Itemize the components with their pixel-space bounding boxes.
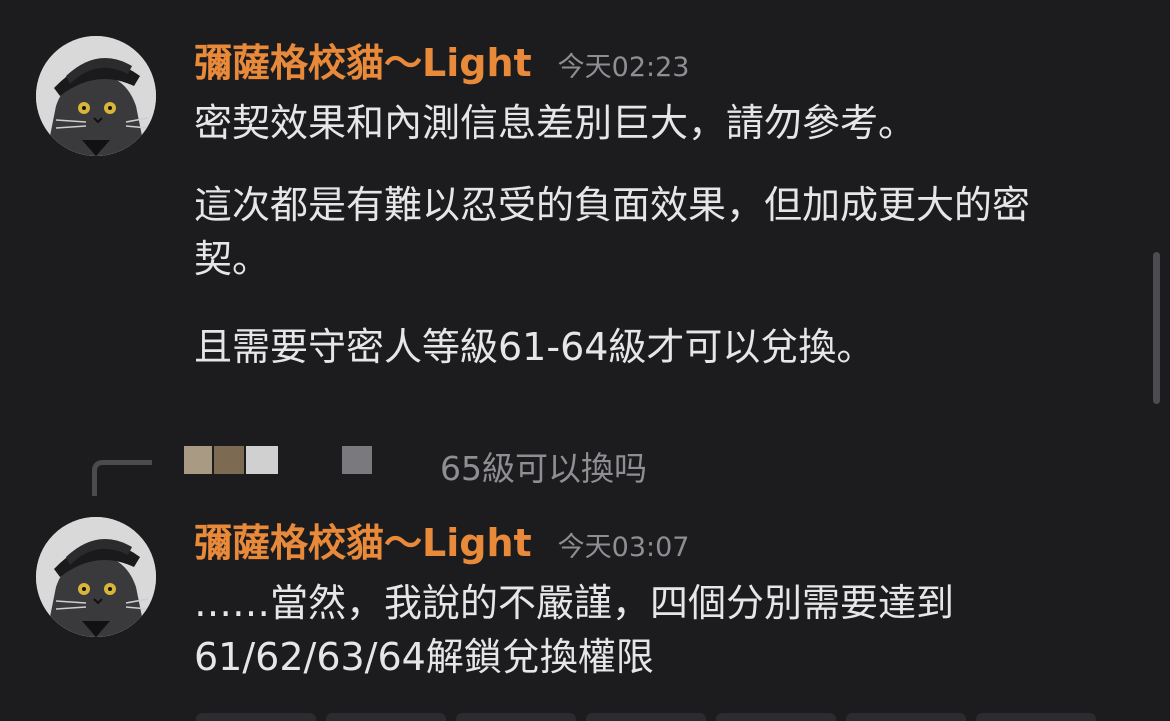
scrollbar[interactable] xyxy=(1153,252,1160,404)
reaction-chip[interactable] xyxy=(716,713,836,721)
cat-avatar-icon[interactable] xyxy=(36,36,156,156)
timestamp: 今天02:23 xyxy=(557,52,690,83)
reply-preview-text[interactable]: 65級可以換吗 xyxy=(440,442,647,490)
reaction-chip[interactable] xyxy=(326,713,446,721)
message-text: ……當然，我說的不嚴謹，四個分別需要達到61/62/63/64解鎖兌換權限 xyxy=(194,581,955,679)
message-header: 彌薩格校貓～Light 今天03:07 xyxy=(194,512,689,567)
reaction-chip[interactable] xyxy=(586,713,706,721)
cat-avatar-icon[interactable] xyxy=(36,517,156,637)
reaction-chip[interactable] xyxy=(846,713,966,721)
redacted-avatar xyxy=(184,446,212,474)
message-text: 這次都是有難以忍受的負面效果，但加成更大的密契。 xyxy=(194,183,1031,281)
reaction-chip[interactable] xyxy=(196,713,316,721)
message-text: 密契效果和內測信息差別巨大，請勿參考。 xyxy=(194,101,917,145)
reaction-chip[interactable] xyxy=(976,713,1096,721)
author-name[interactable]: 彌薩格校貓～Light xyxy=(194,32,532,87)
author-name[interactable]: 彌薩格校貓～Light xyxy=(194,512,532,567)
message-text: 且需要守密人等級61-64級才可以兌換。 xyxy=(194,325,875,369)
redacted-name xyxy=(342,446,372,474)
redacted-name xyxy=(246,446,278,474)
redacted-name xyxy=(214,446,244,474)
timestamp: 今天03:07 xyxy=(557,532,690,563)
reactions-strip xyxy=(0,713,1170,721)
reply-connector-icon xyxy=(92,460,152,496)
reaction-chip[interactable] xyxy=(456,713,576,721)
message-header: 彌薩格校貓～Light 今天02:23 xyxy=(194,32,689,87)
